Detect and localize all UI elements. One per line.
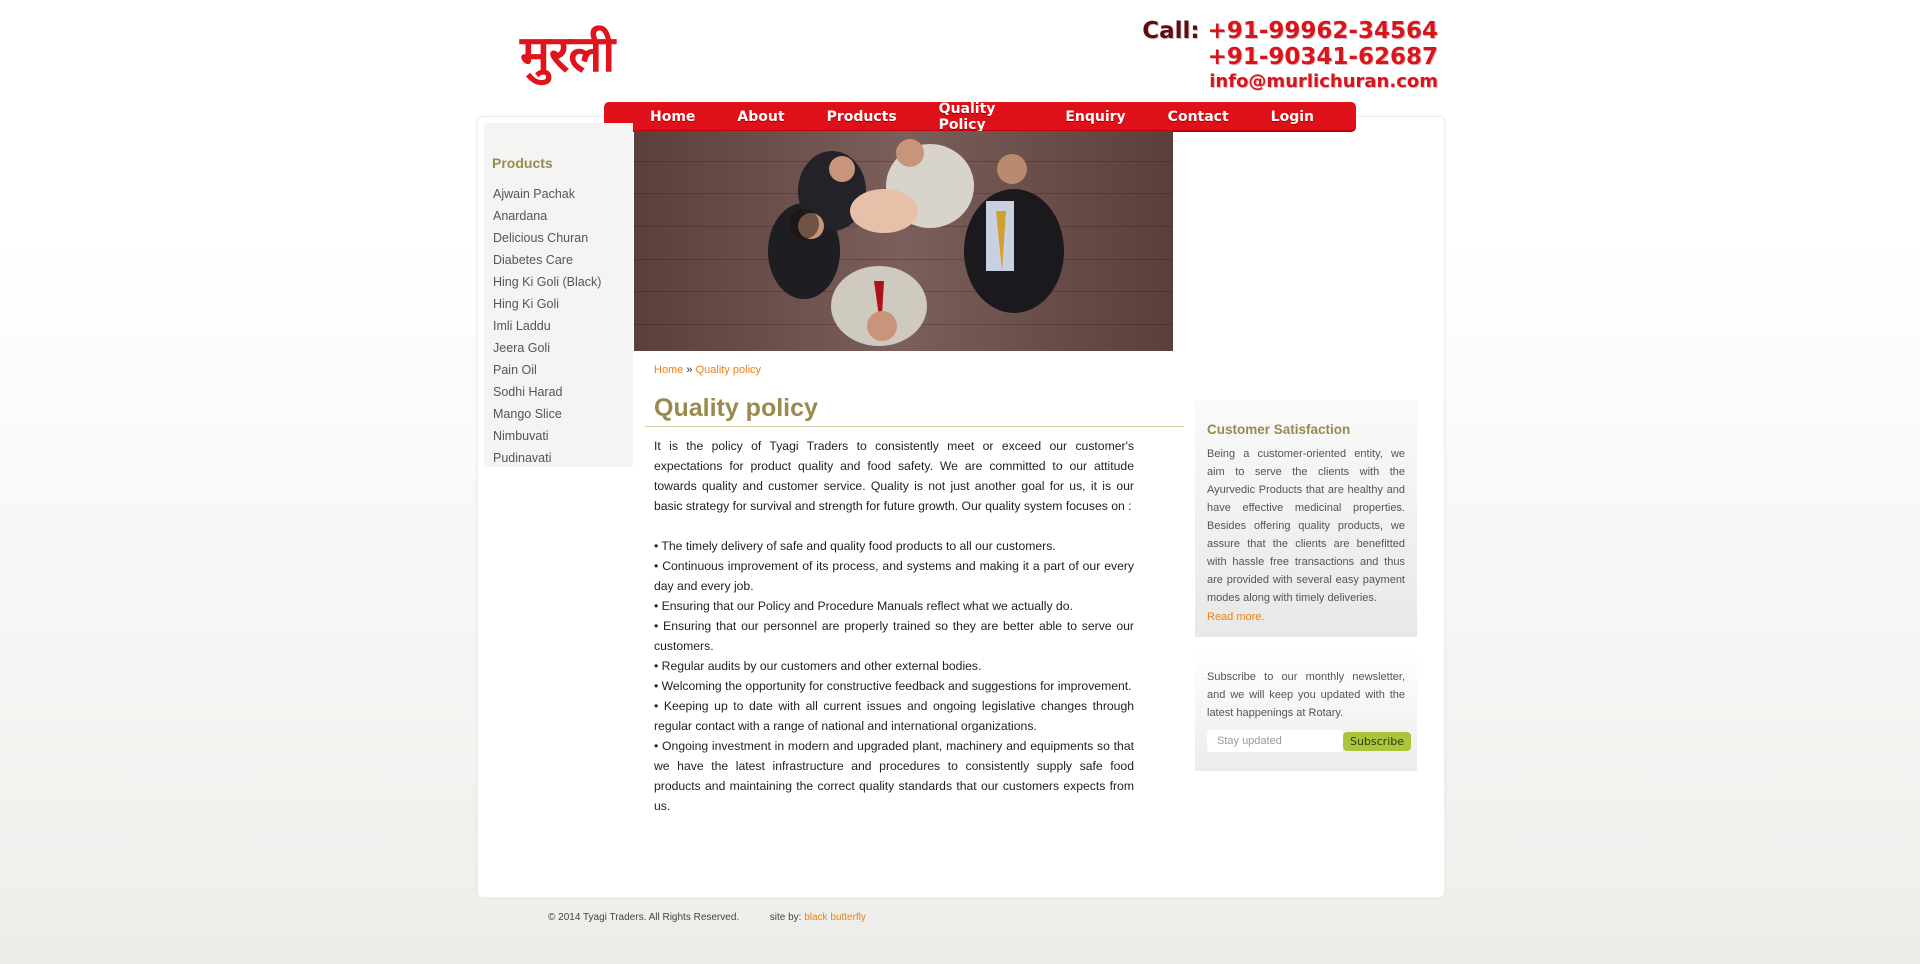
nav-products[interactable]: Products [827, 109, 897, 125]
product-link[interactable]: Sodhi Harad [493, 383, 601, 405]
sidebar-title: Products [492, 155, 553, 171]
product-link[interactable]: Hing Ki Goli (Black) [493, 273, 601, 295]
policy-bullet: • Ensuring that our personnel are proper… [654, 619, 1134, 653]
read-more-link[interactable]: Read more. [1207, 611, 1264, 623]
policy-bullet: • The timely delivery of safe and qualit… [654, 539, 1056, 553]
policy-bullet: • Welcoming the opportunity for construc… [654, 679, 1132, 693]
policy-bullet: • Ongoing investment in modern and upgra… [654, 739, 1134, 813]
product-link[interactable]: Diabetes Care [493, 251, 601, 273]
breadcrumb: Home » Quality policy [654, 364, 761, 376]
subscribe-button[interactable]: Subscribe [1343, 732, 1411, 751]
product-link[interactable]: Pain Oil [493, 361, 601, 383]
product-link[interactable]: Ajwain Pachak [493, 185, 601, 207]
nav-home[interactable]: Home [650, 109, 695, 125]
breadcrumb-separator: » [686, 364, 693, 376]
hero-team-photo [634, 131, 1173, 351]
policy-content: It is the policy of Tyagi Traders to con… [654, 436, 1134, 816]
header: मुरली Call: +91-99962-34564 +91-90341-62… [0, 0, 1920, 100]
product-link[interactable]: Imli Laddu [493, 317, 601, 339]
product-link[interactable]: Anardana [493, 207, 601, 229]
copyright: © 2014 Tyagi Traders. All Rights Reserve… [548, 912, 740, 923]
team-huddle-illustration [768, 139, 1064, 346]
satisfaction-text: Being a customer-oriented entity, we aim… [1207, 448, 1405, 604]
products-sidebar: Products Ajwain Pachak Anardana Deliciou… [484, 123, 633, 467]
site-by-link[interactable]: black butterfly [804, 912, 866, 923]
contact-email[interactable]: info@murlichuran.com [1142, 70, 1438, 94]
breadcrumb-current[interactable]: Quality policy [696, 364, 761, 376]
satisfaction-title: Customer Satisfaction [1207, 422, 1351, 437]
site-logo[interactable]: मुरली [520, 18, 615, 86]
product-link[interactable]: Pudinavati [493, 449, 601, 471]
customer-satisfaction-box: Customer Satisfaction Being a customer-o… [1195, 400, 1417, 637]
product-link[interactable]: Mango Slice [493, 405, 601, 427]
page-title: Quality policy [654, 394, 818, 422]
nav-login[interactable]: Login [1271, 109, 1314, 125]
site-by-label: site by: [769, 912, 802, 923]
call-label: Call: [1142, 18, 1200, 44]
newsletter-box: Subscribe to our monthly newsletter, and… [1195, 650, 1417, 771]
policy-bullet: • Ensuring that our Policy and Procedure… [654, 599, 1073, 613]
phone-1: +91-99962-34564 [1207, 18, 1438, 44]
phone-line-1: Call: +91-99962-34564 [1142, 18, 1438, 44]
policy-intro: It is the policy of Tyagi Traders to con… [654, 439, 1134, 513]
product-link[interactable]: Hing Ki Goli [493, 295, 601, 317]
product-link[interactable]: Nimbuvati [493, 427, 601, 449]
nav-contact[interactable]: Contact [1168, 109, 1229, 125]
policy-bullet: • Continuous improvement of its process,… [654, 559, 1134, 593]
nav-quality-policy[interactable]: Quality Policy [939, 101, 1024, 133]
product-link[interactable]: Delicious Churan [493, 229, 601, 251]
newsletter-email-input[interactable] [1207, 730, 1343, 752]
policy-bullet: • Regular audits by our customers and ot… [654, 659, 982, 673]
contact-info: Call: +91-99962-34564 +91-90341-62687 in… [1142, 18, 1438, 94]
phone-2: +91-90341-62687 [1207, 44, 1438, 70]
footer: © 2014 Tyagi Traders. All Rights Reserve… [548, 912, 866, 923]
policy-bullet: • Keeping up to date with all current is… [654, 699, 1134, 733]
product-list: Ajwain Pachak Anardana Delicious Churan … [493, 185, 601, 471]
nav-about[interactable]: About [737, 109, 784, 125]
subscribe-form: Subscribe [1207, 730, 1411, 752]
main-nav: Home About Products Quality Policy Enqui… [604, 101, 1356, 133]
product-link[interactable]: Jeera Goli [493, 339, 601, 361]
breadcrumb-home[interactable]: Home [654, 364, 683, 376]
newsletter-text: Subscribe to our monthly newsletter, and… [1207, 671, 1405, 719]
nav-enquiry[interactable]: Enquiry [1065, 109, 1125, 125]
title-divider [645, 426, 1184, 427]
